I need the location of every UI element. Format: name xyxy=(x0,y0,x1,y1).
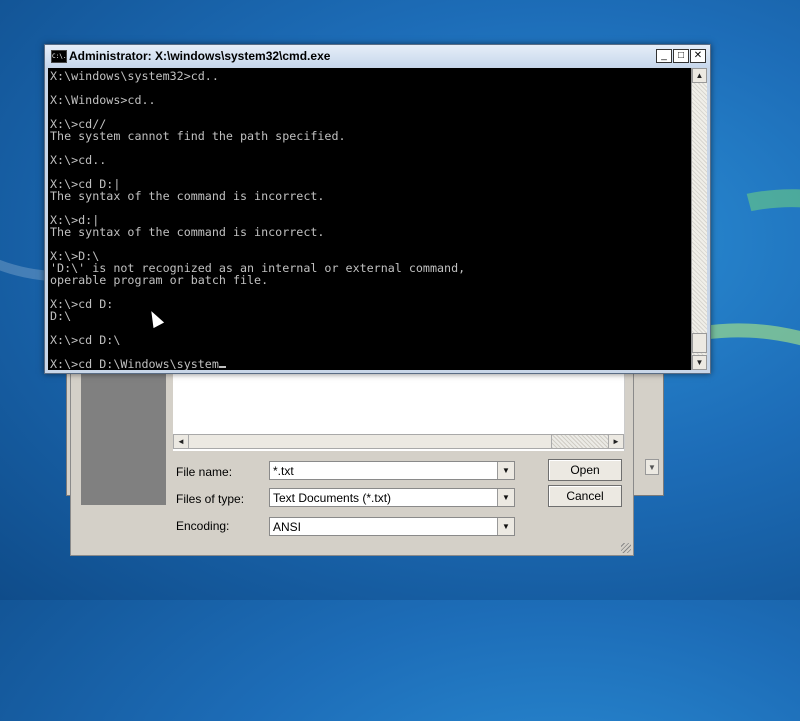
vertical-scrollbar[interactable]: ▲ ▼ xyxy=(691,68,707,370)
file-name-combo[interactable]: *.txt ▼ xyxy=(269,461,515,480)
chevron-down-icon[interactable]: ▼ xyxy=(497,462,514,479)
encoding-combo[interactable]: ANSI ▼ xyxy=(269,517,515,536)
console-input-line[interactable]: X:\>cd D:\Windows\system xyxy=(50,357,219,370)
open-button[interactable]: Open xyxy=(548,459,622,481)
horizontal-scrollbar[interactable]: ◄ ► xyxy=(173,434,624,449)
chevron-down-icon[interactable]: ▼ xyxy=(497,489,514,506)
title-bar[interactable]: C:\. Administrator: X:\windows\system32\… xyxy=(45,45,710,67)
window-title: Administrator: X:\windows\system32\cmd.e… xyxy=(69,49,331,63)
scroll-up-arrow[interactable]: ▲ xyxy=(692,68,707,83)
scroll-thumb[interactable] xyxy=(692,333,707,353)
file-name-value[interactable]: *.txt xyxy=(273,464,294,478)
scroll-down-arrow[interactable]: ▼ xyxy=(692,355,707,370)
scroll-thumb[interactable] xyxy=(189,435,552,448)
cmd-icon[interactable]: C:\. xyxy=(51,50,67,63)
close-button[interactable]: ✕ xyxy=(690,49,706,63)
files-of-type-combo[interactable]: Text Documents (*.txt) ▼ xyxy=(269,488,515,507)
console-output[interactable]: X:\windows\system32>cd.. X:\Windows>cd..… xyxy=(48,68,691,370)
text-cursor xyxy=(218,366,226,368)
scroll-track[interactable] xyxy=(552,435,608,448)
file-open-dialog: ◄ ► File name: *.txt ▼ Files of type: Te… xyxy=(70,360,634,556)
chevron-down-icon[interactable]: ▼ xyxy=(497,518,514,535)
scroll-right-arrow[interactable]: ► xyxy=(608,435,623,448)
minimize-button[interactable]: _ xyxy=(656,49,672,63)
files-of-type-value[interactable]: Text Documents (*.txt) xyxy=(273,491,391,505)
encoding-value[interactable]: ANSI xyxy=(273,520,301,534)
scroll-down-arrow[interactable]: ▼ xyxy=(645,459,659,475)
console-history: X:\windows\system32>cd.. X:\Windows>cd..… xyxy=(50,69,466,347)
files-of-type-label: Files of type: xyxy=(176,492,245,506)
encoding-label: Encoding: xyxy=(176,519,230,533)
cancel-button[interactable]: Cancel xyxy=(548,485,622,507)
scroll-left-arrow[interactable]: ◄ xyxy=(174,435,189,448)
resize-grip-icon[interactable] xyxy=(621,543,631,553)
cmd-window[interactable]: C:\. Administrator: X:\windows\system32\… xyxy=(44,44,711,374)
maximize-button[interactable]: □ xyxy=(673,49,689,63)
places-bar xyxy=(81,371,166,505)
file-name-label: File name: xyxy=(176,465,233,479)
